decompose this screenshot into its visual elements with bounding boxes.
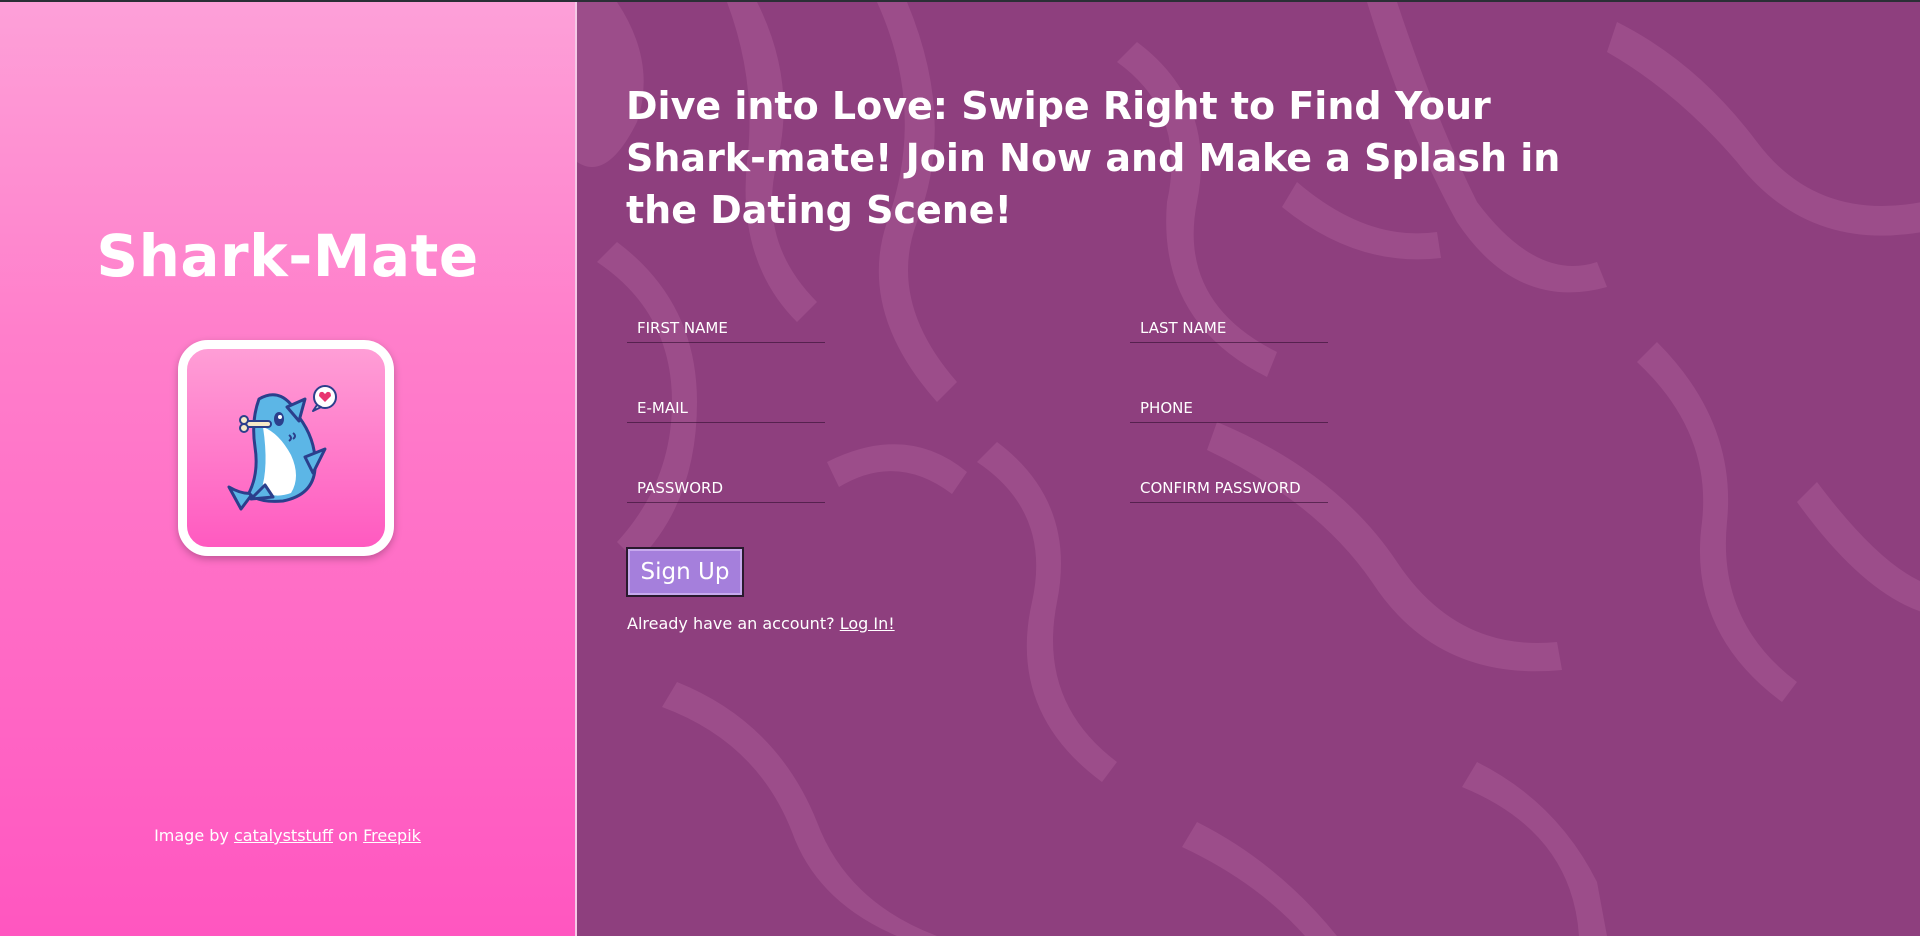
password-field [627,474,825,503]
brand-panel: Shark-Mate Image by catalyststuff on Fre… [0,2,575,936]
attribution-author-link[interactable]: catalyststuff [234,826,333,845]
last-name-input[interactable] [1130,314,1328,342]
sign-up-button[interactable]: Sign Up [626,547,744,597]
email-field [627,394,825,423]
login-prompt: Already have an account? Log In! [627,614,895,633]
confirm-password-input[interactable] [1130,474,1328,502]
login-link[interactable]: Log In! [840,614,895,633]
logo [178,340,394,556]
attribution-prefix: Image by [154,826,229,845]
shark-with-heart-icon [227,385,337,511]
signup-headline: Dive into Love: Swipe Right to Find Your… [626,84,1561,232]
brand-title: Shark-Mate [96,222,479,290]
last-name-field [1130,314,1328,343]
attribution-source-link[interactable]: Freepik [363,826,421,845]
signup-panel: Dive into Love: Swipe Right to Find Your… [577,2,1920,936]
page: Shark-Mate Image by catalyststuff on Fre… [0,2,1920,936]
first-name-input[interactable] [627,314,825,342]
phone-input[interactable] [1130,394,1328,422]
first-name-field [627,314,825,343]
login-prompt-text: Already have an account? [627,614,835,633]
phone-field [1130,394,1328,423]
email-input[interactable] [627,394,825,422]
image-attribution: Image by catalyststuff on Freepik [0,826,575,845]
password-input[interactable] [627,474,825,502]
confirm-password-field [1130,474,1328,503]
attribution-middle: on [338,826,358,845]
